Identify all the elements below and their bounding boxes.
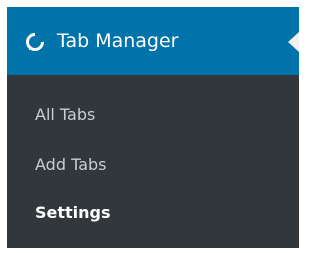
submenu: All Tabs Add Tabs Settings xyxy=(7,75,299,248)
admin-sidebar-frame: Tab Manager All Tabs Add Tabs Settings xyxy=(0,0,299,253)
menu-title: Tab Manager xyxy=(57,30,179,52)
submenu-item-all-tabs[interactable]: All Tabs xyxy=(35,101,95,129)
menu-item-tab-manager[interactable]: Tab Manager xyxy=(7,7,299,75)
submenu-item-add-tabs[interactable]: Add Tabs xyxy=(35,151,106,179)
admin-menu: Tab Manager All Tabs Add Tabs Settings xyxy=(7,7,299,248)
tab-manager-icon xyxy=(26,33,44,51)
submenu-item-settings[interactable]: Settings xyxy=(35,199,111,227)
current-menu-pointer xyxy=(288,32,299,52)
